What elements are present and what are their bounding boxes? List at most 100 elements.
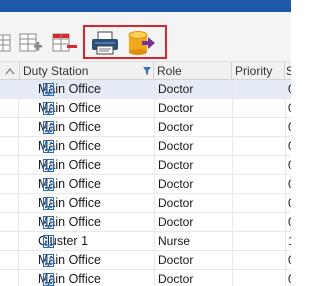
role-text: Doctor: [158, 272, 194, 286]
remove-row-button[interactable]: [0, 29, 16, 57]
duty-station-cell[interactable]: Main Office: [20, 99, 154, 118]
row-selector[interactable]: [0, 80, 19, 99]
s-text: 0: [288, 253, 291, 267]
row-selector-header[interactable]: [0, 62, 20, 80]
s-cell[interactable]: 0: [285, 156, 291, 175]
priority-cell[interactable]: [232, 175, 285, 194]
duty-station-cell[interactable]: Main Office: [20, 270, 154, 286]
duty-station-cell[interactable]: Main Office: [20, 137, 154, 156]
role-cell[interactable]: Doctor: [154, 270, 232, 286]
table-row[interactable]: Main Office Doctor 0: [0, 175, 291, 194]
row-selector[interactable]: [0, 118, 19, 137]
column-header-duty-station[interactable]: Duty Station: [20, 62, 154, 80]
table-row[interactable]: Main Office Doctor 0: [0, 156, 291, 175]
s-cell[interactable]: 0: [285, 99, 291, 118]
filter-icon[interactable]: [143, 67, 151, 75]
row-selector[interactable]: [0, 156, 19, 175]
role-cell[interactable]: Doctor: [154, 118, 232, 137]
priority-cell[interactable]: [232, 232, 285, 251]
column-header-label: S: [286, 64, 291, 78]
table-row[interactable]: Main Office Doctor 0: [0, 137, 291, 156]
row-selector[interactable]: [0, 251, 19, 270]
building-icon: [43, 178, 54, 191]
remove-row-icon: [0, 34, 11, 52]
role-text: Doctor: [158, 158, 194, 172]
duty-station-cell[interactable]: Main Office: [20, 156, 154, 175]
table-row[interactable]: Main Office Doctor 0: [0, 118, 291, 137]
column-header-label: Duty Station: [23, 64, 89, 78]
row-selector[interactable]: [0, 213, 19, 232]
priority-cell[interactable]: [232, 194, 285, 213]
priority-cell[interactable]: [232, 118, 285, 137]
row-selector[interactable]: [0, 175, 19, 194]
table-row[interactable]: Main Office Doctor 0: [0, 251, 291, 270]
s-cell[interactable]: 0: [285, 118, 291, 137]
s-text: 1: [288, 234, 291, 248]
s-text: 0: [288, 215, 291, 229]
row-selector[interactable]: [0, 270, 19, 286]
priority-cell[interactable]: [232, 156, 285, 175]
row-selector[interactable]: [0, 194, 19, 213]
row-selector[interactable]: [0, 137, 19, 156]
table-row[interactable]: Main Office Doctor 0: [0, 213, 291, 232]
add-column-button[interactable]: [16, 29, 46, 57]
priority-cell[interactable]: [232, 80, 285, 99]
duty-station-cell[interactable]: Main Office: [20, 175, 154, 194]
priority-cell[interactable]: [232, 251, 285, 270]
role-cell[interactable]: Doctor: [154, 156, 232, 175]
role-cell[interactable]: Doctor: [154, 175, 232, 194]
column-header-s[interactable]: S: [285, 62, 291, 80]
building-icon: [43, 273, 54, 286]
building-icon: [43, 121, 54, 134]
s-text: 0: [288, 139, 291, 153]
priority-cell[interactable]: [232, 99, 285, 118]
role-cell[interactable]: Nurse: [154, 232, 232, 251]
row-selector[interactable]: [0, 232, 19, 251]
column-header-label: Role: [157, 64, 182, 78]
column-header-role[interactable]: Role: [154, 62, 232, 80]
row-selector[interactable]: [0, 99, 19, 118]
s-cell[interactable]: 1: [285, 232, 291, 251]
table-row[interactable]: Main Office Doctor 0: [0, 194, 291, 213]
s-cell[interactable]: 0: [285, 194, 291, 213]
duty-station-cell[interactable]: Cluster 1: [20, 232, 154, 251]
role-text: Doctor: [158, 215, 194, 229]
sort-indicator-icon: [5, 68, 15, 75]
table-row[interactable]: Main Office Doctor 0: [0, 99, 291, 118]
s-text: 0: [288, 101, 291, 115]
role-cell[interactable]: Doctor: [154, 251, 232, 270]
column-header-priority[interactable]: Priority: [232, 62, 285, 80]
s-cell[interactable]: 0: [285, 137, 291, 156]
s-text: 0: [288, 120, 291, 134]
role-cell[interactable]: Doctor: [154, 137, 232, 156]
table-row[interactable]: Main Office Doctor 0: [0, 270, 291, 286]
role-cell[interactable]: Doctor: [154, 80, 232, 99]
building-icon: [43, 197, 54, 210]
delete-column-button[interactable]: [50, 29, 80, 57]
role-cell[interactable]: Doctor: [154, 99, 232, 118]
s-cell[interactable]: 0: [285, 175, 291, 194]
priority-cell[interactable]: [232, 270, 285, 286]
table-row[interactable]: Cluster 1 Nurse 1: [0, 232, 291, 251]
s-text: 0: [288, 82, 291, 96]
role-text: Doctor: [158, 196, 194, 210]
s-cell[interactable]: 0: [285, 251, 291, 270]
data-grid: Duty Station Role Priority S Main Office…: [0, 62, 291, 286]
role-text: Doctor: [158, 82, 194, 96]
building-icon: [43, 254, 54, 267]
duty-station-cell[interactable]: Main Office: [20, 194, 154, 213]
table-row[interactable]: Main Office Doctor 0: [0, 80, 291, 99]
role-cell[interactable]: Doctor: [154, 194, 232, 213]
role-text: Doctor: [158, 101, 194, 115]
duty-station-cell[interactable]: Main Office: [20, 80, 154, 99]
s-cell[interactable]: 0: [285, 213, 291, 232]
role-cell[interactable]: Doctor: [154, 213, 232, 232]
s-cell[interactable]: 0: [285, 80, 291, 99]
priority-cell[interactable]: [232, 213, 285, 232]
duty-station-cell[interactable]: Main Office: [20, 251, 154, 270]
priority-cell[interactable]: [232, 137, 285, 156]
duty-station-cell[interactable]: Main Office: [20, 118, 154, 137]
s-text: 0: [288, 177, 291, 191]
duty-station-cell[interactable]: Main Office: [20, 213, 154, 232]
s-cell[interactable]: 0: [285, 270, 291, 286]
